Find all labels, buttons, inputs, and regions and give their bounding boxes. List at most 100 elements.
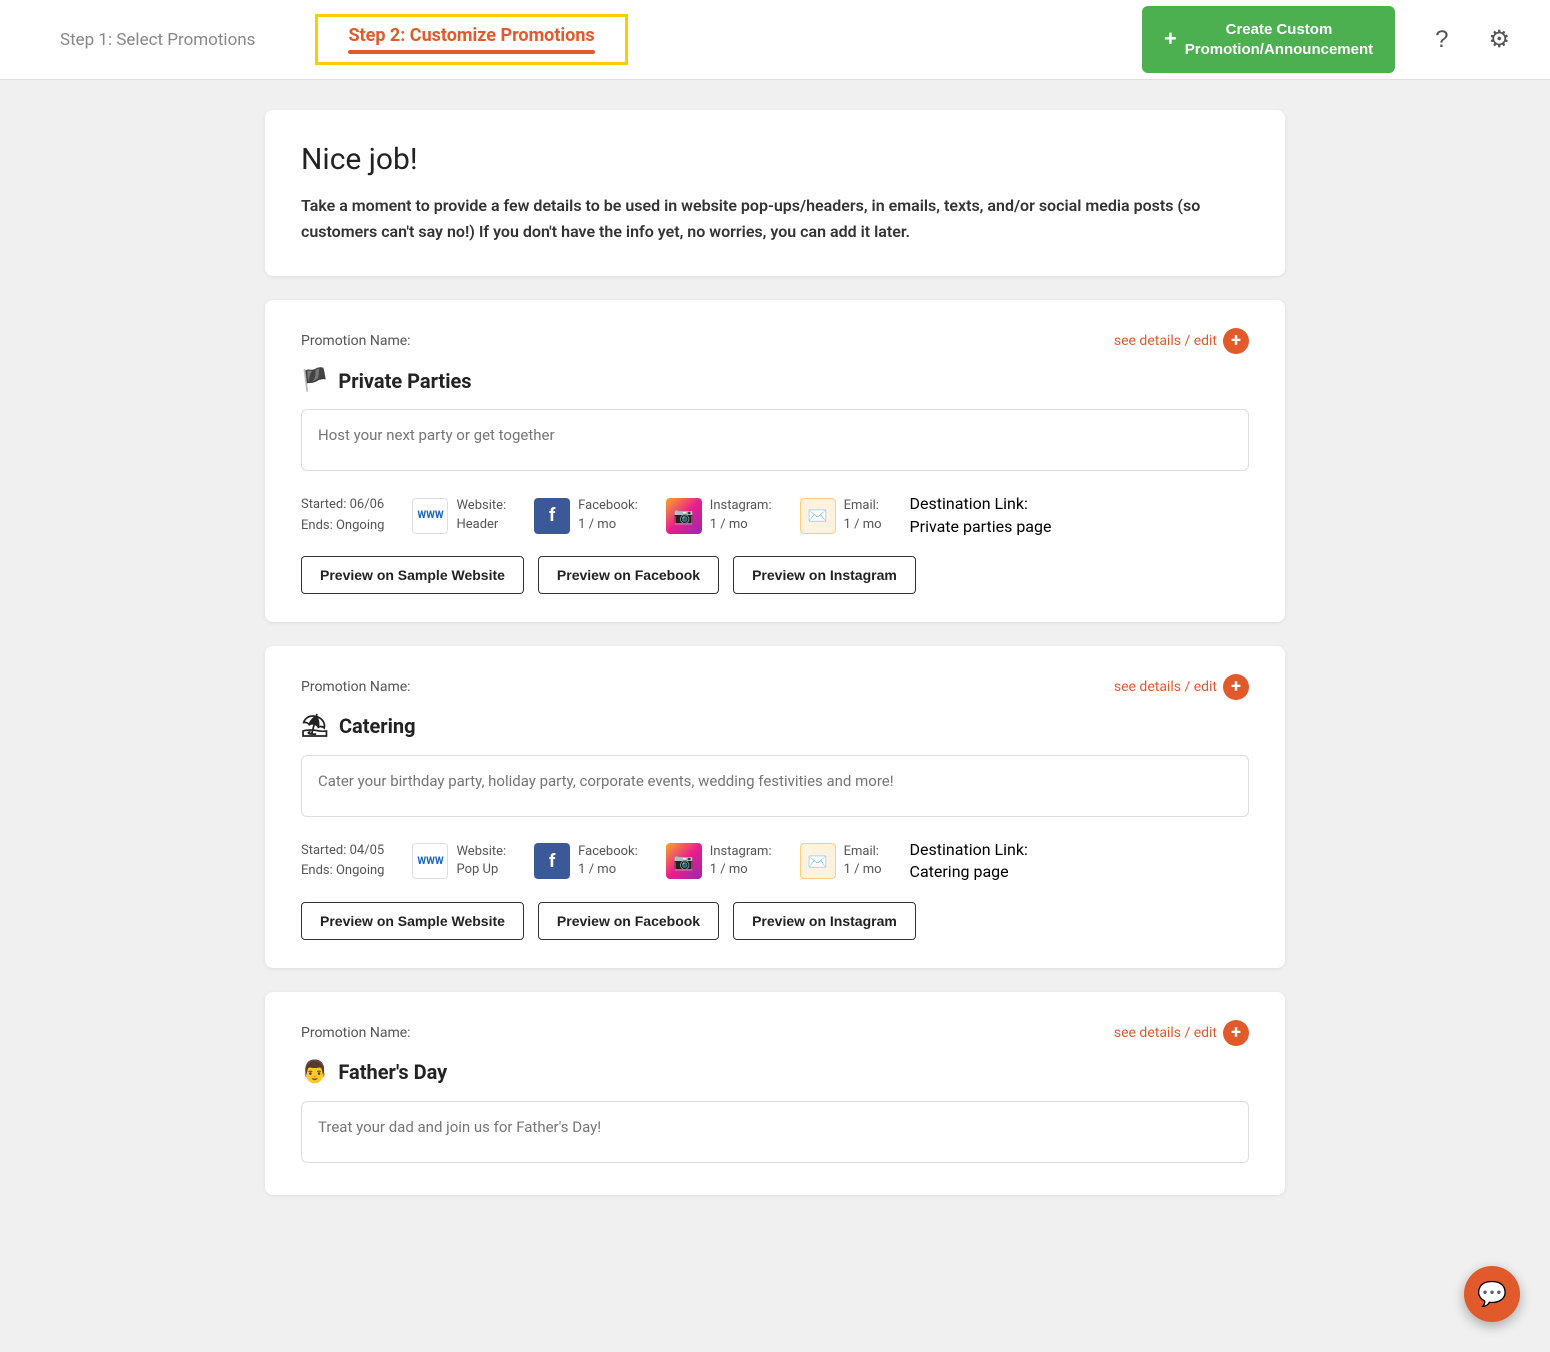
meta-email-catering: ✉️ Email: 1 / mo xyxy=(800,843,882,879)
promo-header-fathers-day: Promotion Name: see details / edit + xyxy=(301,1020,1249,1046)
facebook-icon-catering: f xyxy=(534,843,570,879)
create-custom-button[interactable]: + Create CustomPromotion/Announcement xyxy=(1142,6,1395,73)
instagram-icon-private-parties: 📷 xyxy=(666,498,702,534)
meta-email-private-parties: ✉️ Email: 1 / mo xyxy=(800,497,882,533)
website-label-private-parties: Website: xyxy=(456,497,506,515)
preview-instagram-btn-catering[interactable]: Preview on Instagram xyxy=(733,902,916,940)
see-details-private-parties[interactable]: see details / edit + xyxy=(1114,328,1249,354)
intro-card: Nice job! Take a moment to provide a few… xyxy=(265,110,1285,276)
step2-label: Step 2: Customize Promotions xyxy=(348,25,594,46)
settings-button[interactable]: ⚙ xyxy=(1488,25,1510,54)
see-details-text-fathers-day: see details / edit xyxy=(1114,1025,1217,1041)
meta-instagram-text-private-parties: Instagram: 1 / mo xyxy=(710,497,772,533)
promo-icon-catering: ⛱ xyxy=(301,714,329,739)
step1-label: Step 1: Select Promotions xyxy=(60,30,255,50)
meta-email-text-catering: Email: 1 / mo xyxy=(844,843,882,879)
meta-website-text-private-parties: Website: Header xyxy=(456,497,506,533)
instagram-icon-catering: 📷 xyxy=(666,843,702,879)
step2-underline xyxy=(348,50,594,54)
website-value-private-parties: Header xyxy=(456,516,506,534)
create-btn-label: Create CustomPromotion/Announcement xyxy=(1185,20,1373,59)
promo-name-label-fathers-day: Promotion Name: xyxy=(301,1025,411,1041)
promo-title-catering: ⛱ Catering xyxy=(301,714,1249,739)
website-value-catering: Pop Up xyxy=(456,861,506,879)
preview-instagram-btn-private-parties[interactable]: Preview on Instagram xyxy=(733,556,916,594)
instagram-value-private-parties: 1 / mo xyxy=(710,516,772,534)
see-details-plus-fathers-day: + xyxy=(1223,1020,1249,1046)
meta-destination-private-parties: Destination Link: Private parties page xyxy=(910,493,1052,538)
www-icon-catering: WWW xyxy=(412,843,448,879)
meta-facebook-catering: f Facebook: 1 / mo xyxy=(534,843,638,879)
preview-website-btn-private-parties[interactable]: Preview on Sample Website xyxy=(301,556,524,594)
create-plus-icon: + xyxy=(1164,25,1177,54)
preview-website-btn-catering[interactable]: Preview on Sample Website xyxy=(301,902,524,940)
promo-container: Promotion Name: see details / edit + 🏴 P… xyxy=(265,300,1285,1195)
instagram-label-private-parties: Instagram: xyxy=(710,497,772,515)
see-details-plus-private-parties: + xyxy=(1223,328,1249,354)
meta-instagram-private-parties: 📷 Instagram: 1 / mo xyxy=(666,497,772,533)
see-details-plus-catering: + xyxy=(1223,674,1249,700)
meta-started-private-parties: Started: 06/06 xyxy=(301,495,384,516)
help-button[interactable]: ? xyxy=(1435,26,1448,54)
meta-website-catering: WWW Website: Pop Up xyxy=(412,843,506,879)
meta-website-text-catering: Website: Pop Up xyxy=(456,843,506,879)
email-value-catering: 1 / mo xyxy=(844,861,882,879)
step2[interactable]: Step 2: Customize Promotions xyxy=(315,14,627,65)
see-details-fathers-day[interactable]: see details / edit + xyxy=(1114,1020,1249,1046)
see-details-text-private-parties: see details / edit xyxy=(1114,333,1217,349)
promo-btns-catering: Preview on Sample Website Preview on Fac… xyxy=(301,902,1249,940)
meta-ends-private-parties: Ends: Ongoing xyxy=(301,516,384,537)
meta-ends-catering: Ends: Ongoing xyxy=(301,861,384,882)
promo-textarea-private-parties[interactable] xyxy=(301,409,1249,471)
meta-instagram-text-catering: Instagram: 1 / mo xyxy=(710,843,772,879)
top-nav: Step 1: Select Promotions Step 2: Custom… xyxy=(0,0,1550,80)
intro-body: Take a moment to provide a few details t… xyxy=(301,193,1249,244)
email-icon-catering: ✉️ xyxy=(800,843,836,879)
meta-facebook-text-catering: Facebook: 1 / mo xyxy=(578,843,638,879)
meta-facebook-text-private-parties: Facebook: 1 / mo xyxy=(578,497,638,533)
step1[interactable]: Step 1: Select Promotions xyxy=(40,22,275,58)
see-details-text-catering: see details / edit xyxy=(1114,679,1217,695)
promo-card-catering: Promotion Name: see details / edit + ⛱ C… xyxy=(265,646,1285,968)
meta-facebook-private-parties: f Facebook: 1 / mo xyxy=(534,497,638,533)
preview-facebook-btn-private-parties[interactable]: Preview on Facebook xyxy=(538,556,719,594)
promo-header-private-parties: Promotion Name: see details / edit + xyxy=(301,328,1249,354)
promo-card-fathers-day: Promotion Name: see details / edit + 👨 F… xyxy=(265,992,1285,1195)
destination-value-private-parties: Private parties page xyxy=(910,516,1052,538)
promo-title-private-parties: 🏴 Private Parties xyxy=(301,368,1249,393)
meta-dates-catering: Started: 04/05 Ends: Ongoing xyxy=(301,841,384,883)
email-label-private-parties: Email: xyxy=(844,497,882,515)
destination-label-catering: Destination Link: xyxy=(910,839,1028,861)
promo-title-text-fathers-day: Father's Day xyxy=(338,1060,447,1084)
meta-destination-catering: Destination Link: Catering page xyxy=(910,839,1028,884)
facebook-label-private-parties: Facebook: xyxy=(578,497,638,515)
intro-title: Nice job! xyxy=(301,142,1249,177)
promo-header-catering: Promotion Name: see details / edit + xyxy=(301,674,1249,700)
chat-button[interactable]: 💬 xyxy=(1464,1266,1520,1322)
meta-email-text-private-parties: Email: 1 / mo xyxy=(844,497,882,533)
promo-textarea-fathers-day[interactable] xyxy=(301,1101,1249,1163)
see-details-catering[interactable]: see details / edit + xyxy=(1114,674,1249,700)
promo-title-text-private-parties: Private Parties xyxy=(338,369,471,393)
preview-facebook-btn-catering[interactable]: Preview on Facebook xyxy=(538,902,719,940)
promo-icon-fathers-day: 👨 xyxy=(301,1060,328,1085)
promo-meta-private-parties: Started: 06/06 Ends: Ongoing WWW Website… xyxy=(301,493,1249,538)
promo-card-private-parties: Promotion Name: see details / edit + 🏴 P… xyxy=(265,300,1285,622)
promo-textarea-catering[interactable] xyxy=(301,755,1249,817)
website-label-catering: Website: xyxy=(456,843,506,861)
facebook-label-catering: Facebook: xyxy=(578,843,638,861)
promo-title-fathers-day: 👨 Father's Day xyxy=(301,1060,1249,1085)
destination-value-catering: Catering page xyxy=(910,861,1028,883)
email-label-catering: Email: xyxy=(844,843,882,861)
facebook-value-private-parties: 1 / mo xyxy=(578,516,638,534)
promo-name-label-catering: Promotion Name: xyxy=(301,679,411,695)
email-value-private-parties: 1 / mo xyxy=(844,516,882,534)
meta-instagram-catering: 📷 Instagram: 1 / mo xyxy=(666,843,772,879)
facebook-icon-private-parties: f xyxy=(534,498,570,534)
destination-label-private-parties: Destination Link: xyxy=(910,493,1052,515)
chat-icon: 💬 xyxy=(1477,1280,1507,1308)
facebook-value-catering: 1 / mo xyxy=(578,861,638,879)
promo-title-text-catering: Catering xyxy=(339,714,416,738)
meta-dates-private-parties: Started: 06/06 Ends: Ongoing xyxy=(301,495,384,537)
main-content: Nice job! Take a moment to provide a few… xyxy=(225,80,1325,1249)
